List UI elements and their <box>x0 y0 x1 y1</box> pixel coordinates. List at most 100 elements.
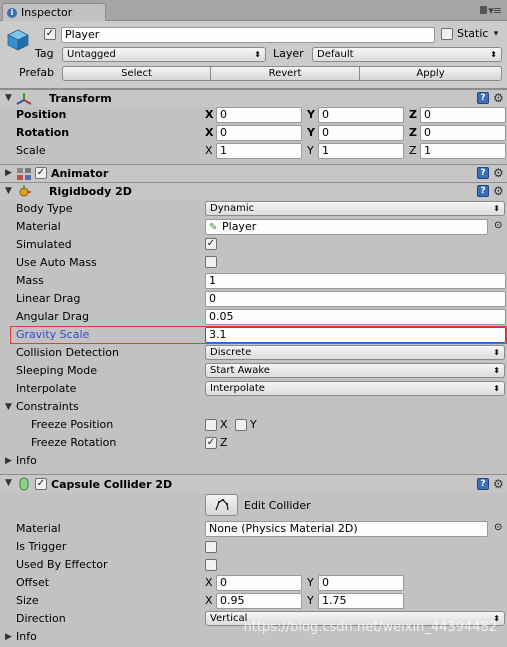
static-dropdown-icon[interactable]: ▾ <box>490 28 502 40</box>
animator-title: Animator <box>51 167 109 180</box>
capsule-collider-enabled-checkbox[interactable]: ✓ <box>35 478 47 490</box>
axis-x-label[interactable]: X <box>205 576 213 590</box>
object-name-input[interactable]: Player <box>61 27 435 43</box>
gear-icon[interactable]: ⚙ <box>493 185 504 197</box>
size-y-input[interactable]: 1.75 <box>318 593 404 609</box>
offset-y-input[interactable]: 0 <box>318 575 404 591</box>
gravity-scale-label: Gravity Scale <box>16 328 90 341</box>
tab-bar: i Inspector ▾≡ <box>0 0 507 21</box>
body-type-dropdown[interactable]: Dynamic ⬍ <box>205 201 505 216</box>
gear-icon[interactable]: ⚙ <box>493 167 504 179</box>
help-icon[interactable]: ? <box>477 478 489 490</box>
fold-open-icon[interactable]: ▼ <box>5 186 12 196</box>
axis-y-label[interactable]: Y <box>307 144 314 158</box>
tab-label: Inspector <box>21 6 73 19</box>
animator-icon <box>17 168 31 180</box>
material-field[interactable]: ✎ Player <box>205 219 488 235</box>
fold-open-icon[interactable]: ▼ <box>5 478 12 488</box>
layer-dropdown[interactable]: Default ⬍ <box>312 47 502 62</box>
scale-z-input[interactable]: 1 <box>420 143 506 159</box>
prefab-apply-button[interactable]: Apply <box>359 66 502 81</box>
freeze-position-x-label: X <box>220 418 228 431</box>
linear-drag-input[interactable]: 0 <box>205 291 506 307</box>
rigidbody-icon <box>19 185 31 197</box>
gear-icon[interactable]: ⚙ <box>493 478 504 490</box>
position-y-input[interactable]: 0 <box>318 107 404 123</box>
fold-open-icon[interactable]: ▼ <box>5 402 12 412</box>
axis-x-label[interactable]: X <box>205 144 213 158</box>
freeze-position-y-checkbox[interactable] <box>235 419 247 431</box>
axis-y-label[interactable]: Y <box>307 576 314 590</box>
rigidbody-info-label[interactable]: Info <box>16 454 37 468</box>
capsule-info-label[interactable]: Info <box>16 630 37 644</box>
prefab-select-button[interactable]: Select <box>62 66 211 81</box>
axis-x-label[interactable]: X <box>205 126 213 140</box>
gravity-scale-input[interactable]: 3.1 <box>205 327 506 343</box>
position-z-input[interactable]: 0 <box>420 107 506 123</box>
rotation-y-input[interactable]: 0 <box>318 125 404 141</box>
object-picker-icon[interactable]: ⊙ <box>494 521 502 535</box>
fold-open-icon[interactable]: ▼ <box>5 93 12 103</box>
interpolate-dropdown[interactable]: Interpolate ⬍ <box>205 381 505 396</box>
used-by-effector-checkbox[interactable] <box>205 559 217 571</box>
use-auto-mass-checkbox[interactable] <box>205 256 217 268</box>
sleeping-mode-dropdown[interactable]: Start Awake ⬍ <box>205 363 505 378</box>
axis-x-label[interactable]: X <box>205 108 213 122</box>
edit-collider-button[interactable] <box>205 494 238 516</box>
freeze-position-x-checkbox[interactable] <box>205 419 217 431</box>
help-icon[interactable]: ? <box>477 92 489 104</box>
gear-icon[interactable]: ⚙ <box>493 92 504 104</box>
lock-icon[interactable] <box>480 6 487 14</box>
object-picker-icon[interactable]: ⊙ <box>494 219 502 233</box>
scale-y-input[interactable]: 1 <box>318 143 404 159</box>
prefab-revert-button[interactable]: Revert <box>210 66 360 81</box>
constraints-label[interactable]: Constraints <box>16 400 79 414</box>
axis-y-label[interactable]: Y <box>307 126 315 140</box>
capsule-collider-header[interactable]: ▼ ✓ Capsule Collider 2D ? ⚙ <box>0 474 507 493</box>
static-checkbox[interactable] <box>441 28 453 40</box>
scale-x-input[interactable]: 1 <box>216 143 302 159</box>
axis-z-label[interactable]: Z <box>409 144 417 158</box>
simulated-checkbox[interactable]: ✓ <box>205 238 217 250</box>
active-checkbox[interactable]: ✓ <box>44 28 56 40</box>
offset-x-input[interactable]: 0 <box>216 575 302 591</box>
fold-closed-icon[interactable]: ▶ <box>5 632 12 642</box>
position-label: Position <box>16 108 67 121</box>
updown-icon: ⬍ <box>493 366 500 375</box>
collision-detection-dropdown[interactable]: Discrete ⬍ <box>205 345 505 360</box>
axis-z-label[interactable]: Z <box>409 108 417 122</box>
mass-input[interactable]: 1 <box>205 273 506 289</box>
tag-label: Tag <box>35 47 54 60</box>
axis-x-label[interactable]: X <box>205 594 213 608</box>
transform-header[interactable]: ▼ Transform ? ⚙ <box>0 89 507 107</box>
rotation-label: Rotation <box>16 126 70 139</box>
axis-z-label[interactable]: Z <box>409 126 417 140</box>
capsule-material-label: Material <box>16 522 61 535</box>
linear-drag-label: Linear Drag <box>16 292 81 305</box>
animator-header[interactable]: ▶ ✓ Animator ? ⚙ <box>0 164 507 182</box>
static-label: Static <box>457 27 489 40</box>
is-trigger-checkbox[interactable] <box>205 541 217 553</box>
rigidbody-header[interactable]: ▼ Rigidbody 2D ? ⚙ <box>0 182 507 200</box>
tag-dropdown[interactable]: Untagged ⬍ <box>62 47 266 62</box>
freeze-position-label: Freeze Position <box>31 418 114 431</box>
help-icon[interactable]: ? <box>477 185 489 197</box>
size-x-input[interactable]: 0.95 <box>216 593 302 609</box>
tab-inspector[interactable]: i Inspector <box>2 3 106 21</box>
body-type-label: Body Type <box>16 202 73 215</box>
rotation-z-input[interactable]: 0 <box>420 125 506 141</box>
position-x-input[interactable]: 0 <box>216 107 302 123</box>
axis-y-label[interactable]: Y <box>307 594 314 608</box>
rotation-x-input[interactable]: 0 <box>216 125 302 141</box>
help-icon[interactable]: ? <box>477 167 489 179</box>
menu-icon[interactable]: ▾≡ <box>488 4 502 17</box>
fold-closed-icon[interactable]: ▶ <box>5 456 12 466</box>
freeze-rotation-z-label: Z <box>220 436 228 449</box>
freeze-rotation-z-checkbox[interactable]: ✓ <box>205 437 217 449</box>
capsule-material-field[interactable]: None (Physics Material 2D) <box>205 521 488 537</box>
angular-drag-input[interactable]: 0.05 <box>205 309 506 325</box>
size-label: Size <box>16 594 39 607</box>
animator-enabled-checkbox[interactable]: ✓ <box>35 167 47 179</box>
fold-closed-icon[interactable]: ▶ <box>5 168 12 178</box>
axis-y-label[interactable]: Y <box>307 108 315 122</box>
